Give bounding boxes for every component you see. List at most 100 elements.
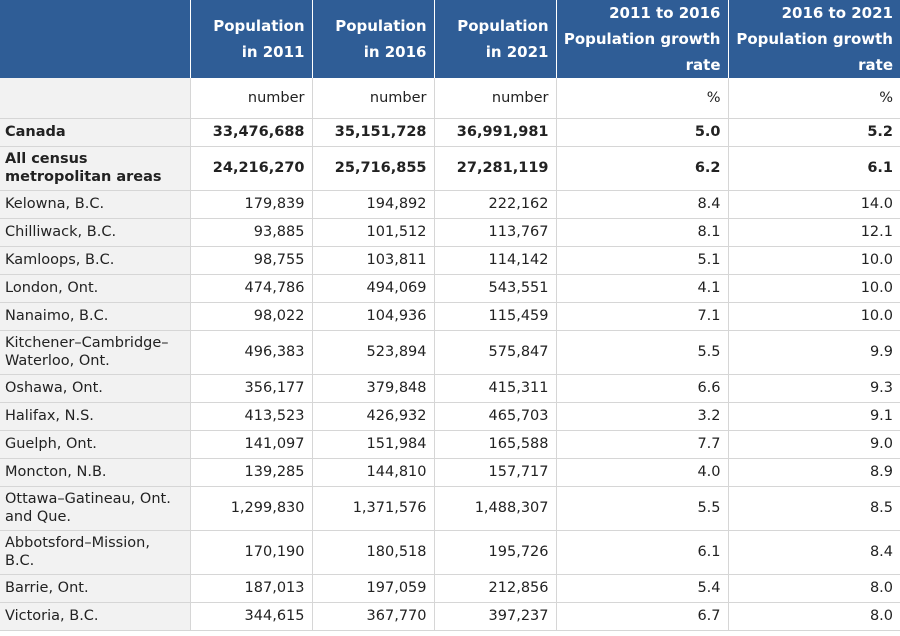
row-label: Kelowna, B.C.: [0, 190, 191, 219]
cell-population-2011: 98,022: [190, 302, 313, 331]
table-row: London, Ont. 474,786 494,069 543,551 4.1…: [0, 274, 900, 303]
table-row: Kelowna, B.C. 179,839 194,892 222,162 8.…: [0, 190, 900, 219]
cell-population-2011: 1,299,830: [190, 486, 313, 531]
cell-population-2021: 27,281,119: [434, 146, 557, 191]
cell-population-2011: 344,615: [190, 602, 313, 631]
cell-growth-2016-2021: 12.1: [728, 218, 900, 247]
units-cell: number: [190, 78, 313, 119]
cell-population-2011: 139,285: [190, 458, 313, 487]
cell-population-2016: 1,371,576: [312, 486, 435, 531]
cell-growth-2011-2016: 6.7: [556, 602, 729, 631]
cell-growth-2016-2021: 9.1: [728, 402, 900, 431]
cell-population-2021: 465,703: [434, 402, 557, 431]
cell-population-2016: 379,848: [312, 374, 435, 403]
header-growth-2011-2016: 2011 to 2016 Population growth rate: [556, 0, 729, 78]
cell-population-2011: 496,383: [190, 330, 313, 375]
table-row: Guelph, Ont. 141,097 151,984 165,588 7.7…: [0, 430, 900, 459]
row-label: All census metropolitan areas: [0, 146, 191, 191]
table-row: Nanaimo, B.C. 98,022 104,936 115,459 7.1…: [0, 302, 900, 331]
cell-growth-2011-2016: 5.1: [556, 246, 729, 275]
cell-population-2021: 575,847: [434, 330, 557, 375]
units-cell: %: [728, 78, 900, 119]
cell-growth-2016-2021: 10.0: [728, 274, 900, 303]
table-row: Oshawa, Ont. 356,177 379,848 415,311 6.6…: [0, 374, 900, 403]
cell-growth-2016-2021: 14.0: [728, 190, 900, 219]
cell-population-2011: 474,786: [190, 274, 313, 303]
cell-growth-2011-2016: 5.5: [556, 486, 729, 531]
table-row: Barrie, Ont. 187,013 197,059 212,856 5.4…: [0, 574, 900, 603]
table-row: Kamloops, B.C. 98,755 103,811 114,142 5.…: [0, 246, 900, 275]
row-label: Abbotsford–Mission, B.C.: [0, 530, 191, 575]
cell-population-2021: 113,767: [434, 218, 557, 247]
table-row: Canada 33,476,688 35,151,728 36,991,981 …: [0, 118, 900, 147]
cell-population-2021: 212,856: [434, 574, 557, 603]
cell-population-2011: 187,013: [190, 574, 313, 603]
cell-growth-2011-2016: 5.4: [556, 574, 729, 603]
header-growth-2016-2021: 2016 to 2021 Population growth rate: [728, 0, 900, 78]
row-label: London, Ont.: [0, 274, 191, 303]
cell-growth-2016-2021: 9.3: [728, 374, 900, 403]
units-row: number number number % %: [0, 78, 900, 119]
table-row: All census metropolitan areas 24,216,270…: [0, 146, 900, 191]
cell-growth-2011-2016: 5.0: [556, 118, 729, 147]
row-label: Guelph, Ont.: [0, 430, 191, 459]
row-label: Kamloops, B.C.: [0, 246, 191, 275]
cell-population-2011: 24,216,270: [190, 146, 313, 191]
table-row: Chilliwack, B.C. 93,885 101,512 113,767 …: [0, 218, 900, 247]
cell-growth-2011-2016: 4.0: [556, 458, 729, 487]
cell-population-2016: 194,892: [312, 190, 435, 219]
row-label: Barrie, Ont.: [0, 574, 191, 603]
header-row: Population in 2011 Population in 2016 Po…: [0, 0, 900, 78]
cell-population-2016: 101,512: [312, 218, 435, 247]
units-cell: %: [556, 78, 729, 119]
cell-population-2016: 103,811: [312, 246, 435, 275]
cell-population-2016: 523,894: [312, 330, 435, 375]
cell-population-2011: 141,097: [190, 430, 313, 459]
header-population-2021: Population in 2021: [434, 0, 557, 78]
header-stub: [0, 0, 191, 78]
cell-growth-2016-2021: 8.5: [728, 486, 900, 531]
cell-growth-2011-2016: 4.1: [556, 274, 729, 303]
cell-population-2021: 157,717: [434, 458, 557, 487]
cell-growth-2016-2021: 6.1: [728, 146, 900, 191]
units-cell: number: [312, 78, 435, 119]
cell-population-2016: 35,151,728: [312, 118, 435, 147]
cell-population-2016: 197,059: [312, 574, 435, 603]
cell-growth-2016-2021: 8.9: [728, 458, 900, 487]
table-row: Ottawa–Gatineau, Ont. and Que. 1,299,830…: [0, 486, 900, 531]
cell-growth-2011-2016: 7.1: [556, 302, 729, 331]
cell-growth-2016-2021: 8.0: [728, 602, 900, 631]
cell-population-2016: 367,770: [312, 602, 435, 631]
cell-population-2011: 356,177: [190, 374, 313, 403]
cell-population-2021: 36,991,981: [434, 118, 557, 147]
cell-growth-2011-2016: 6.2: [556, 146, 729, 191]
cell-growth-2011-2016: 8.1: [556, 218, 729, 247]
cell-population-2021: 114,142: [434, 246, 557, 275]
cell-population-2011: 98,755: [190, 246, 313, 275]
cell-population-2011: 33,476,688: [190, 118, 313, 147]
row-label: Canada: [0, 118, 191, 147]
cell-growth-2016-2021: 10.0: [728, 246, 900, 275]
cell-population-2011: 170,190: [190, 530, 313, 575]
cell-growth-2016-2021: 5.2: [728, 118, 900, 147]
cell-population-2011: 413,523: [190, 402, 313, 431]
cell-population-2016: 151,984: [312, 430, 435, 459]
row-label: Victoria, B.C.: [0, 602, 191, 631]
cell-growth-2011-2016: 8.4: [556, 190, 729, 219]
cell-growth-2011-2016: 6.6: [556, 374, 729, 403]
cell-population-2021: 165,588: [434, 430, 557, 459]
cell-growth-2016-2021: 9.9: [728, 330, 900, 375]
cell-population-2016: 180,518: [312, 530, 435, 575]
header-population-2016: Population in 2016: [312, 0, 435, 78]
cell-growth-2011-2016: 6.1: [556, 530, 729, 575]
cell-population-2021: 1,488,307: [434, 486, 557, 531]
table-row: Victoria, B.C. 344,615 367,770 397,237 6…: [0, 602, 900, 631]
cell-population-2016: 144,810: [312, 458, 435, 487]
cell-population-2016: 494,069: [312, 274, 435, 303]
cell-population-2016: 104,936: [312, 302, 435, 331]
cell-population-2011: 93,885: [190, 218, 313, 247]
cell-population-2021: 195,726: [434, 530, 557, 575]
row-label: Ottawa–Gatineau, Ont. and Que.: [0, 486, 191, 531]
cell-growth-2011-2016: 3.2: [556, 402, 729, 431]
header-population-2011: Population in 2011: [190, 0, 313, 78]
